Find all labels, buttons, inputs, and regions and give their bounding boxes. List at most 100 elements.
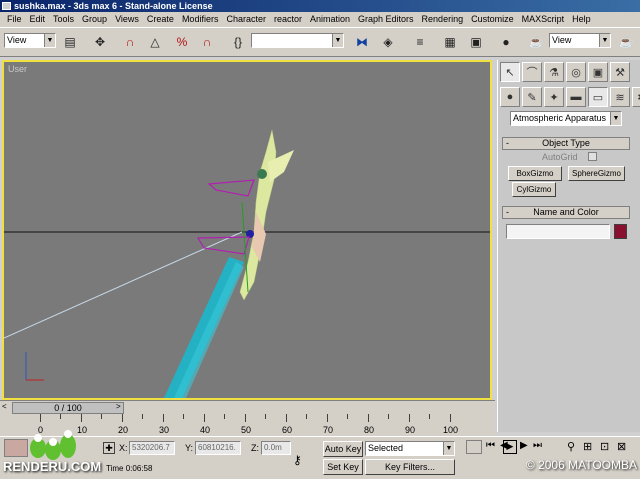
ruler-tick — [142, 414, 143, 419]
render-type-dropdown[interactable]: View ▼ — [549, 33, 611, 48]
schematic-view-icon[interactable]: ▣ — [466, 32, 486, 52]
menu-file[interactable]: File — [3, 12, 26, 27]
ruler-label: 60 — [282, 425, 293, 435]
object-type-title: Object Type — [542, 138, 590, 148]
zoom-extents-all-icon[interactable]: ⊠ — [617, 440, 626, 453]
transform-type-in-icon[interactable]: ✚ — [103, 442, 115, 454]
quick-render-icon[interactable]: ☕ — [616, 32, 636, 52]
ruler-tick — [368, 414, 369, 422]
menu-bar: File Edit Tools Group Views Create Modif… — [0, 12, 640, 27]
y-coordinate-field[interactable]: 60810216. — [195, 441, 241, 455]
play-icon[interactable]: ▶ — [503, 440, 517, 454]
select-by-name-icon[interactable]: ▤ — [60, 32, 80, 52]
menu-maxscript[interactable]: MAXScript — [518, 12, 569, 27]
hierarchy-tab-icon[interactable]: ⚗ — [544, 62, 564, 82]
edit-named-selection-icon[interactable]: {} — [228, 32, 248, 52]
ruler-tick — [122, 414, 123, 422]
angle-snap-icon[interactable]: △ — [145, 32, 165, 52]
display-tab-icon[interactable]: ▣ — [588, 62, 608, 82]
app-icon — [2, 2, 11, 10]
create-tab-icon[interactable]: ↖ — [500, 62, 520, 82]
align-icon[interactable]: ◈ — [378, 32, 398, 52]
viewport-user[interactable]: User — [2, 60, 492, 400]
space-warps-icon[interactable]: ≋ — [610, 87, 630, 107]
shapes-icon[interactable]: ✎ — [522, 87, 542, 107]
select-move-icon[interactable]: ✥ — [90, 32, 110, 52]
menu-create[interactable]: Create — [143, 12, 178, 27]
helpers-icon[interactable]: ▭ — [588, 87, 608, 107]
menu-help[interactable]: Help — [568, 12, 595, 27]
key-icon[interactable]: ⚷ — [293, 453, 302, 467]
chevron-down-icon: ▼ — [332, 34, 343, 47]
key-selection-value: Selected — [368, 443, 404, 453]
z-label: Z: — [251, 443, 259, 453]
zoom-all-icon[interactable]: ⊞ — [583, 440, 592, 453]
window-title: sushka.max - 3ds max 6 - Stand-alone Lic… — [14, 1, 213, 11]
next-frame-icon[interactable]: > — [116, 402, 121, 411]
selection-filter-dropdown[interactable]: View ▼ — [4, 33, 56, 48]
systems-icon[interactable]: ✱ — [632, 87, 640, 107]
selection-filter-value: View — [7, 35, 27, 45]
curve-editor-icon[interactable]: ▦ — [440, 32, 460, 52]
z-coordinate-field[interactable]: 0.0m — [261, 441, 291, 455]
menu-views[interactable]: Views — [111, 12, 143, 27]
next-key-icon[interactable]: ▶ — [520, 440, 528, 451]
prev-frame-icon[interactable]: < — [2, 402, 7, 411]
snap-3d-icon[interactable]: ∩ — [120, 32, 140, 52]
autogrid-checkbox[interactable] — [588, 152, 597, 161]
gizmo-lower — [196, 236, 250, 255]
go-to-end-icon[interactable]: ⏭ — [533, 440, 542, 451]
set-key-button[interactable]: Set Key — [323, 459, 363, 475]
category-dropdown[interactable]: Atmospheric Apparatus ▼ — [510, 111, 622, 126]
x-coordinate-field[interactable]: 5320206.7 — [129, 441, 175, 455]
spheregizmo-button[interactable]: SphereGizmo — [568, 166, 625, 181]
auto-key-button[interactable]: Auto Key — [323, 441, 363, 457]
key-selection-dropdown[interactable]: Selected ▼ — [365, 441, 455, 456]
mirror-icon[interactable]: ⧓ — [352, 32, 372, 52]
modify-tab-icon[interactable]: ⌒ — [522, 62, 542, 82]
menu-rendering[interactable]: Rendering — [418, 12, 468, 27]
ruler-label: 90 — [405, 425, 416, 435]
menu-edit[interactable]: Edit — [26, 12, 50, 27]
menu-graph-editors[interactable]: Graph Editors — [354, 12, 418, 27]
menu-modifiers[interactable]: Modifiers — [178, 12, 223, 27]
spinner-snap-icon[interactable]: ∩ — [197, 32, 217, 52]
motion-tab-icon[interactable]: ◎ — [566, 62, 586, 82]
category-value: Atmospheric Apparatus — [513, 113, 607, 123]
material-editor-icon[interactable]: ● — [496, 32, 516, 52]
autogrid-label: AutoGrid — [542, 152, 578, 162]
gizmo-upper — [207, 179, 255, 197]
menu-animation[interactable]: Animation — [306, 12, 354, 27]
menu-group[interactable]: Group — [78, 12, 111, 27]
render-scene-icon[interactable]: ☕ — [526, 32, 546, 52]
lights-icon[interactable]: ✦ — [544, 87, 564, 107]
cylgizmo-button[interactable]: CylGizmo — [512, 182, 556, 197]
zoom-extents-icon[interactable]: ⊡ — [600, 440, 609, 453]
boxgizmo-button[interactable]: BoxGizmo — [508, 166, 562, 181]
named-selection-dropdown[interactable]: ▼ — [251, 33, 344, 48]
ruler-tick — [204, 414, 205, 422]
geometry-icon[interactable]: ● — [500, 87, 520, 107]
zoom-icon[interactable]: ⚲ — [567, 440, 575, 453]
object-color-swatch[interactable] — [614, 224, 627, 239]
ruler-tick — [450, 414, 451, 422]
layer-manager-icon[interactable]: ≡ — [410, 32, 430, 52]
utilities-tab-icon[interactable]: ⚒ — [610, 62, 630, 82]
name-color-rollout[interactable]: - Name and Color — [502, 206, 630, 219]
renderu-watermark: RENDERU.COM — [3, 459, 102, 474]
object-type-rollout[interactable]: - Object Type — [502, 137, 630, 150]
key-filters-button[interactable]: Key Filters... — [365, 459, 455, 475]
menu-reactor[interactable]: reactor — [270, 12, 306, 27]
object-name-field[interactable] — [506, 224, 610, 239]
menu-customize[interactable]: Customize — [467, 12, 518, 27]
key-mode-icon[interactable] — [466, 440, 482, 454]
menu-character[interactable]: Character — [222, 12, 270, 27]
percent-snap-icon[interactable]: % — [172, 32, 192, 52]
ruler-tick — [81, 414, 82, 422]
command-panel: ↖ ⌒ ⚗ ◎ ▣ ⚒ ● ✎ ✦ ▬ ▭ ≋ ✱ Atmospheric Ap… — [497, 60, 640, 432]
ruler-tick — [245, 414, 246, 422]
menu-tools[interactable]: Tools — [49, 12, 78, 27]
time-slider[interactable]: 0 / 100 — [12, 402, 124, 414]
go-to-start-icon[interactable]: ⏮ — [486, 440, 495, 451]
cameras-icon[interactable]: ▬ — [566, 87, 586, 107]
